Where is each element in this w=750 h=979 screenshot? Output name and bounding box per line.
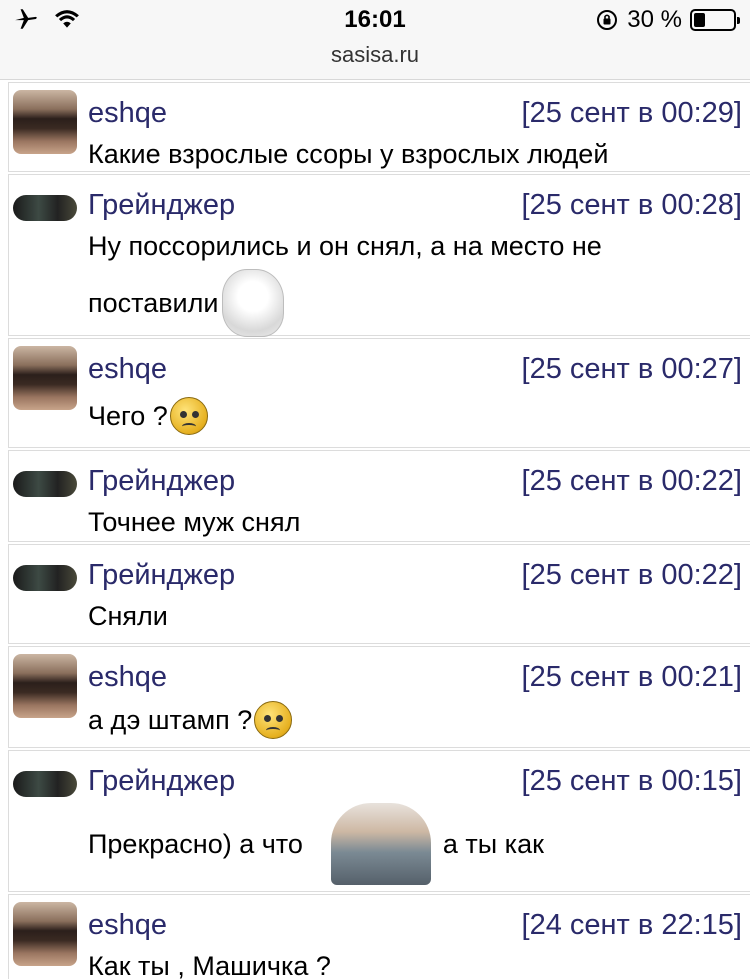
message-text-after: а ты как (442, 828, 544, 859)
message-author[interactable]: Грейнджер (88, 765, 235, 798)
avatar[interactable] (13, 565, 77, 591)
message-item: Грейнджер [25 сент в 00:15] Прекрасно) а… (8, 750, 750, 892)
message-author[interactable]: eshqe (88, 909, 167, 942)
message-text: Как ты , Машичка ? (88, 951, 331, 979)
status-right: 30 % (595, 6, 740, 34)
message-text-row: а дэ штамп ? (88, 701, 293, 739)
battery-icon (690, 9, 740, 31)
avatar[interactable] (13, 902, 77, 966)
avatar[interactable] (13, 195, 77, 221)
sad-smiley-emoji-icon (254, 701, 293, 739)
message-timestamp: [25 сент в 00:27] (521, 353, 742, 385)
message-text-line2: поставили (88, 287, 219, 318)
message-item: eshqe [25 сент в 00:21] а дэ штамп ? (8, 646, 750, 748)
orientation-lock-icon (597, 10, 618, 30)
status-bar: 16:01 sasisa.ru 30 % (0, 0, 750, 80)
message-timestamp: [25 сент в 00:22] (521, 465, 742, 497)
message-text: Точнее муж снял (88, 507, 301, 537)
message-text: Сняли (88, 601, 168, 631)
message-text: а дэ штамп ? (88, 704, 253, 735)
address-bar-url[interactable]: sasisa.ru (0, 42, 750, 68)
message-timestamp: [24 сент в 22:15] (521, 909, 742, 941)
message-feed: eshqe [25 сент в 00:29] Какие взрослые с… (8, 82, 750, 979)
harold-sticker-image (330, 803, 431, 885)
message-text-before: Прекрасно) а что (88, 828, 303, 859)
message-text: Какие взрослые ссоры у взрослых людей (88, 139, 609, 169)
message-item: eshqe [25 сент в 00:27] Чего ? (8, 338, 750, 448)
avatar[interactable] (13, 346, 77, 410)
message-item: Грейнджер [25 сент в 00:22] Сняли (8, 544, 750, 644)
message-timestamp: [25 сент в 00:15] (521, 765, 742, 797)
battery-percent: 30 % (627, 6, 682, 33)
message-item: Грейнджер [25 сент в 00:28] Ну поссорили… (8, 174, 750, 337)
battery-fill (694, 13, 706, 27)
sad-smiley-emoji-icon (169, 397, 208, 435)
message-author[interactable]: eshqe (88, 97, 167, 130)
message-item: eshqe [25 сент в 00:29] Какие взрослые с… (8, 82, 750, 172)
message-item: eshqe [24 сент в 22:15] Как ты , Машичка… (8, 894, 750, 979)
avatar[interactable] (13, 654, 77, 718)
message-author[interactable]: eshqe (88, 353, 167, 386)
avatar[interactable] (13, 471, 77, 497)
avatar[interactable] (13, 90, 77, 154)
message-text-row: Прекрасно) а что а ты как (88, 803, 544, 885)
message-text-row: Чего ? (88, 397, 208, 435)
message-text-line1: Ну поссорились и он снял, а на место не (88, 231, 602, 261)
message-author[interactable]: Грейнджер (88, 189, 235, 222)
avatar[interactable] (13, 771, 77, 797)
message-timestamp: [25 сент в 00:28] (521, 189, 742, 221)
message-text-line2-row: поставили (88, 269, 285, 337)
message-author[interactable]: Грейнджер (88, 465, 235, 498)
message-timestamp: [25 сент в 00:29] (521, 97, 742, 129)
message-timestamp: [25 сент в 00:21] (521, 661, 742, 693)
message-text: Чего ? (88, 400, 168, 431)
message-author[interactable]: eshqe (88, 661, 167, 694)
rage-face-meme-image (222, 269, 285, 337)
message-author[interactable]: Грейнджер (88, 559, 235, 592)
message-item: Грейнджер [25 сент в 00:22] Точнее муж с… (8, 450, 750, 542)
message-timestamp: [25 сент в 00:22] (521, 559, 742, 591)
